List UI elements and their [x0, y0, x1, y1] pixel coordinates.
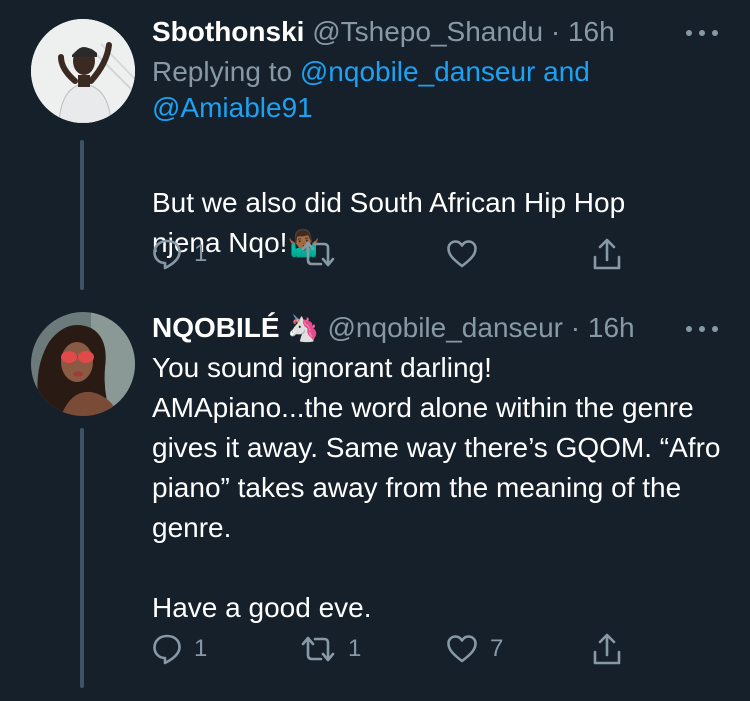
handle[interactable]: @nqobile_danseur	[328, 312, 563, 343]
tweet-nqobile[interactable]: NQOBILÉ 🦄 @nqobile_danseur · 16h You sou…	[0, 290, 750, 701]
reply-count: 1	[194, 635, 208, 662]
tweet-actions: 1 1 7	[152, 631, 632, 667]
like-button[interactable]	[446, 236, 490, 272]
like-count: 7	[490, 635, 504, 662]
separator: ·	[570, 312, 581, 343]
handle[interactable]: @Tshepo_Shandu	[312, 16, 543, 47]
heart-icon	[447, 240, 477, 268]
tweet-sbothonski[interactable]: Sbothonski @Tshepo_Shandu · 16h Replying…	[0, 0, 750, 290]
replying-user-link[interactable]: @Amiable91	[152, 92, 313, 123]
unicorn-emoji: 🦄	[287, 313, 320, 343]
share-button[interactable]	[592, 236, 622, 272]
reply-button[interactable]: 1	[152, 631, 207, 667]
retweet-icon	[301, 636, 335, 662]
tweet-actions: 1	[152, 236, 632, 272]
replying-prefix: Replying to	[152, 56, 300, 87]
share-button[interactable]	[592, 631, 622, 667]
reply-icon	[153, 634, 181, 665]
reply-icon	[153, 239, 181, 270]
like-button[interactable]: 7	[446, 631, 503, 667]
tweet-header: Sbothonski @Tshepo_Shandu · 16h	[152, 14, 615, 50]
tweet-thread: Sbothonski @Tshepo_Shandu · 16h Replying…	[0, 0, 750, 701]
heart-icon	[447, 635, 477, 663]
thread-continuation	[80, 428, 84, 688]
more-horizontal-icon[interactable]	[684, 28, 720, 38]
display-name[interactable]: Sbothonski	[152, 16, 304, 47]
retweet-icon	[301, 241, 335, 267]
tweet-text: You sound ignorant darling! AMApiano...t…	[152, 352, 721, 623]
separator: ·	[550, 16, 561, 47]
timestamp[interactable]: 16h	[568, 16, 615, 47]
retweet-button[interactable]	[300, 236, 348, 272]
replying-to: Replying to @nqobile_danseur and @Amiabl…	[152, 54, 727, 126]
more-horizontal-icon[interactable]	[684, 324, 720, 334]
replying-conjunction[interactable]: and	[535, 56, 590, 87]
display-name[interactable]: NQOBILÉ	[152, 312, 280, 343]
replying-user-link[interactable]: @nqobile_danseur	[300, 56, 535, 87]
retweet-button[interactable]: 1	[300, 631, 361, 667]
avatar-nqobile[interactable]	[31, 312, 135, 416]
share-icon	[593, 238, 621, 270]
timestamp[interactable]: 16h	[588, 312, 635, 343]
reply-button[interactable]: 1	[152, 236, 207, 272]
share-icon	[593, 633, 621, 665]
tweet-header: NQOBILÉ 🦄 @nqobile_danseur · 16h	[152, 310, 635, 346]
reply-count: 1	[194, 240, 208, 267]
avatar-sbothonski[interactable]	[31, 19, 135, 123]
retweet-count: 1	[348, 635, 362, 662]
